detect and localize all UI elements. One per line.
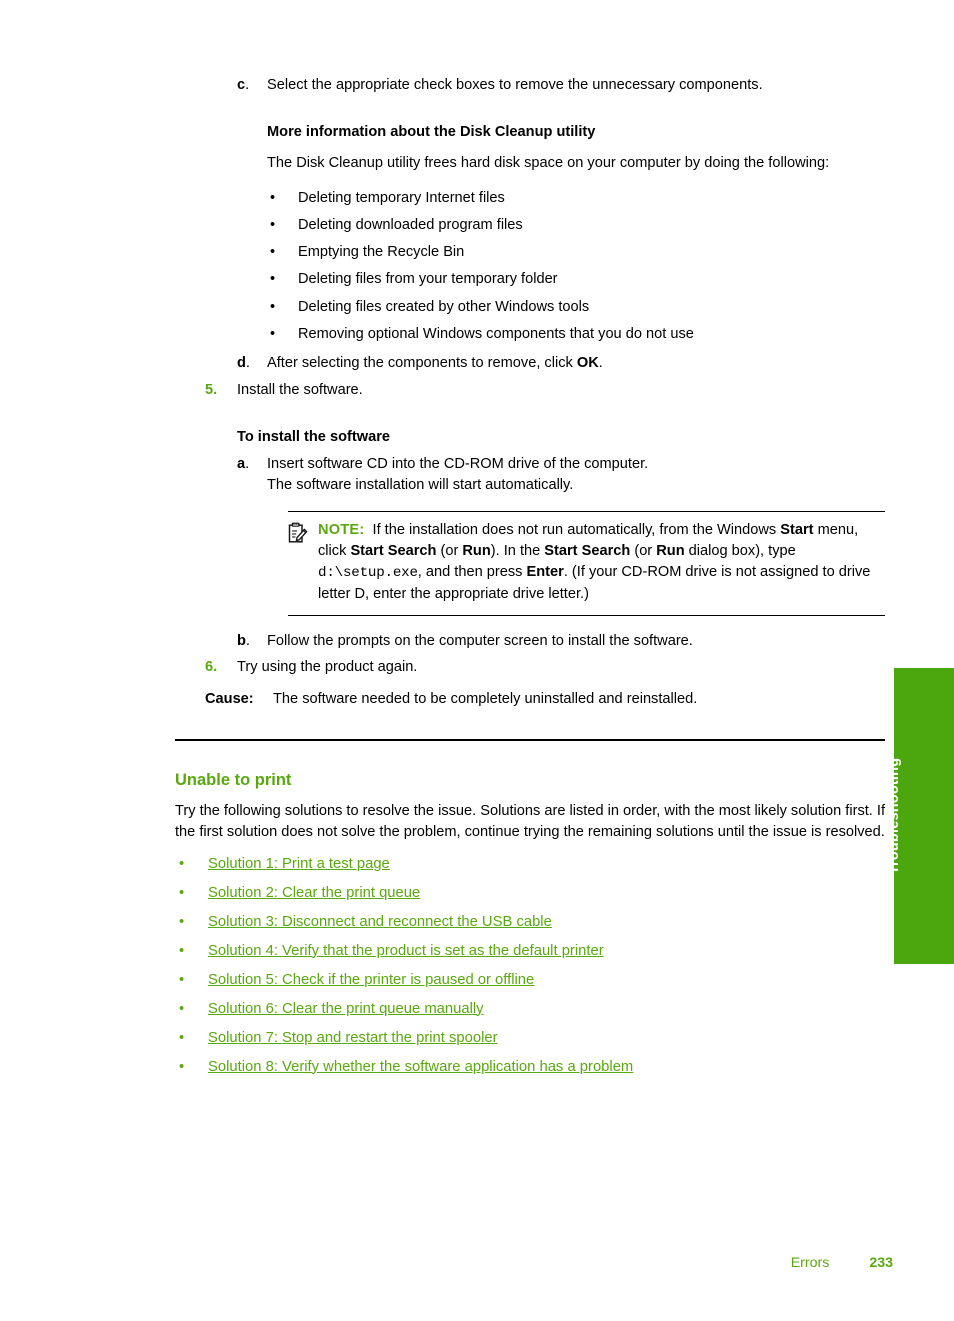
cause-label: Cause: xyxy=(205,691,254,708)
step-6-marker: 6. xyxy=(205,659,218,676)
disk-cleanup-bullet-list: • Deleting temporary Internet files • De… xyxy=(175,188,887,346)
step-a-text: Insert software CD into the CD-ROM drive… xyxy=(267,454,887,497)
footer-section-name: Errors xyxy=(790,1255,830,1271)
step-c-marker: c. xyxy=(237,77,250,93)
unable-to-print-paragraph: Try the following solutions to resolve t… xyxy=(175,802,886,841)
solution-link-6[interactable]: Solution 6: Clear the print queue manual… xyxy=(208,999,484,1020)
cause-row: Cause: The software needed to be complet… xyxy=(205,689,887,710)
disk-cleanup-intro: The Disk Cleanup utility frees hard disk… xyxy=(267,155,830,172)
page-footer: Errors 233 xyxy=(0,1255,893,1271)
disk-cleanup-heading: More information about the Disk Cleanup … xyxy=(267,124,596,141)
list-item: • Solution 7: Stop and restart the print… xyxy=(179,1028,887,1049)
step-5-text: Install the software. xyxy=(237,381,363,398)
list-item-label: Deleting downloaded program files xyxy=(298,216,523,233)
page-content: c. Select the appropriate check boxes to… xyxy=(175,75,887,1086)
chapter-tab-troubleshooting: Troubleshooting xyxy=(886,668,954,964)
solution-link-1[interactable]: Solution 1: Print a test page xyxy=(208,854,390,875)
bullet-icon: • xyxy=(179,1029,185,1046)
step-a-line-1: Insert software CD into the CD-ROM drive… xyxy=(267,455,649,472)
solution-link-5[interactable]: Solution 5: Check if the printer is paus… xyxy=(208,970,534,991)
note-body: NOTE: If the installation does not run a… xyxy=(318,521,871,603)
page-title: Unable to print xyxy=(175,770,292,789)
list-item-label: Deleting temporary Internet files xyxy=(298,189,505,206)
list-item: • Deleting files created by other Window… xyxy=(270,297,887,318)
bullet-icon: • xyxy=(270,271,276,288)
ok-button-reference: OK xyxy=(576,355,599,372)
list-item: • Deleting downloaded program files xyxy=(270,215,887,236)
step-6-text: Try using the product again. xyxy=(237,659,418,676)
solution-link-4[interactable]: Solution 4: Verify that the product is s… xyxy=(208,941,604,962)
list-item: • Solution 4: Verify that the product is… xyxy=(179,941,887,962)
bullet-icon: • xyxy=(179,1000,185,1017)
list-item: • Solution 6: Clear the print queue manu… xyxy=(179,999,887,1020)
chapter-tab-label: Troubleshooting xyxy=(886,757,902,875)
note-callout: NOTE: If the installation does not run a… xyxy=(288,510,885,616)
list-item-step-d: d. After selecting the components to rem… xyxy=(237,353,887,374)
list-item-step-c: c. Select the appropriate check boxes to… xyxy=(237,75,887,96)
bullet-icon: • xyxy=(179,942,185,959)
list-item: • Deleting temporary Internet files xyxy=(270,188,887,209)
step-a-marker: a. xyxy=(237,455,250,472)
list-item: • Removing optional Windows components t… xyxy=(270,324,887,345)
list-item-step-b: b. Follow the prompts on the computer sc… xyxy=(237,631,887,652)
list-item: • Solution 1: Print a test page xyxy=(179,854,887,875)
list-item-step-5: 5. Install the software. xyxy=(205,380,887,401)
list-item: • Solution 5: Check if the printer is pa… xyxy=(179,970,887,991)
bullet-icon: • xyxy=(270,189,276,206)
note-label: NOTE: xyxy=(318,521,365,538)
solution-link-7[interactable]: Solution 7: Stop and restart the print s… xyxy=(208,1028,498,1049)
list-item-label: Emptying the Recycle Bin xyxy=(298,244,465,261)
solution-link-list: • Solution 1: Print a test page • Soluti… xyxy=(175,854,887,1078)
bullet-icon: • xyxy=(179,971,185,988)
bullet-icon: • xyxy=(270,298,276,315)
cause-text: The software needed to be completely uni… xyxy=(273,691,698,708)
solution-link-3[interactable]: Solution 3: Disconnect and reconnect the… xyxy=(208,912,552,933)
bullet-icon: • xyxy=(270,326,276,343)
step-c-text: Select the appropriate check boxes to re… xyxy=(267,77,763,93)
bullet-icon: • xyxy=(179,855,185,872)
list-item: • Solution 2: Clear the print queue xyxy=(179,883,887,904)
list-item: • Emptying the Recycle Bin xyxy=(270,242,887,263)
step-d-text: After selecting the components to remove… xyxy=(267,355,603,372)
list-item-step-6: 6. Try using the product again. xyxy=(205,657,887,678)
list-item-label: Deleting files from your temporary folde… xyxy=(298,271,558,288)
list-item: • Solution 3: Disconnect and reconnect t… xyxy=(179,912,887,933)
step-b-text: Follow the prompts on the computer scree… xyxy=(267,632,693,649)
bullet-icon: • xyxy=(270,244,276,261)
list-item-step-a: a. Insert software CD into the CD-ROM dr… xyxy=(237,454,887,497)
bullet-icon: • xyxy=(270,216,276,233)
step-a-line-2: The software installation will start aut… xyxy=(267,477,574,494)
solution-link-2[interactable]: Solution 2: Clear the print queue xyxy=(208,883,420,904)
footer-page-number: 233 xyxy=(869,1255,893,1271)
bullet-icon: • xyxy=(179,1058,185,1075)
list-item-label: Deleting files created by other Windows … xyxy=(298,298,590,315)
list-item-label: Removing optional Windows components tha… xyxy=(298,326,694,343)
page-canvas: c. Select the appropriate check boxes to… xyxy=(0,0,954,1321)
step-d-marker: d. xyxy=(237,355,250,372)
step-5-marker: 5. xyxy=(205,381,218,398)
list-item: • Solution 8: Verify whether the softwar… xyxy=(179,1057,887,1078)
solution-link-8[interactable]: Solution 8: Verify whether the software … xyxy=(208,1057,633,1078)
note-pencil-icon xyxy=(288,520,318,549)
setup-command-code: d:\setup.exe xyxy=(318,565,418,582)
step-b-marker: b. xyxy=(237,632,250,649)
bullet-icon: • xyxy=(179,913,185,930)
bullet-icon: • xyxy=(179,884,185,901)
list-item: • Deleting files from your temporary fol… xyxy=(270,269,887,290)
install-software-heading: To install the software xyxy=(237,428,390,445)
